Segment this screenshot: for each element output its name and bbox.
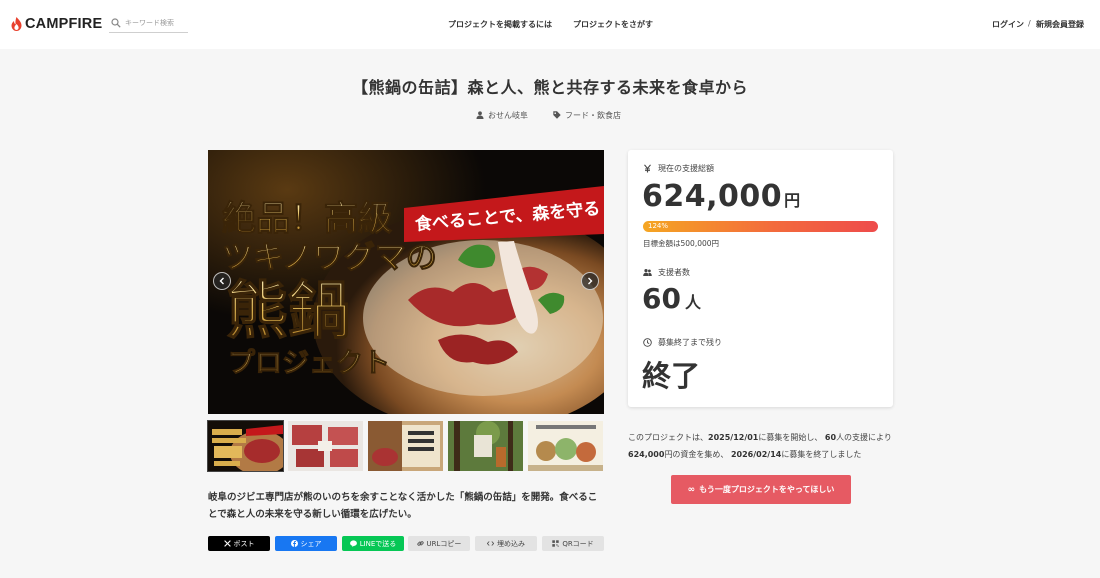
summary-text-2: に募集を開始し、 <box>758 433 823 442</box>
summary-supporters: 60 <box>824 433 837 442</box>
embed-label: 埋め込み <box>497 539 525 548</box>
project-summary: このプロジェクトは、2025/12/01に募集を開始し、 60人の支援により 62… <box>628 430 895 463</box>
share-x-button[interactable]: ポスト <box>208 536 270 551</box>
share-facebook-label: シェア <box>300 539 322 548</box>
nav-link-post-project[interactable]: プロジェクトを掲載するには <box>448 19 552 30</box>
remaining-time-value: 終了 <box>642 359 701 393</box>
thumbnail-1[interactable] <box>207 420 284 472</box>
hero-image: 食べることで、森を守る 絶品！高級 ツキノワグマの 熊鍋 プロジェクト <box>208 150 604 414</box>
request-again-button[interactable]: ∞ もう一度プロジェクトをやってほしい <box>671 475 851 504</box>
chevron-right-icon <box>588 277 593 285</box>
summary-text-3: 人の支援により <box>836 433 892 442</box>
total-amount-unit: 円 <box>784 191 801 210</box>
flame-icon <box>11 17 22 31</box>
supporters-unit: 人 <box>684 293 701 312</box>
nav-link-find-project[interactable]: プロジェクトをさがす <box>573 19 653 30</box>
search-icon <box>111 18 121 28</box>
total-amount-value: 624,000 <box>642 179 783 214</box>
total-amount-label-text: 現在の支援総額 <box>658 164 714 173</box>
svg-text:絶品！高級: 絶品！高級 <box>222 199 392 239</box>
site-header: CAMPFIRE プロジェクトを掲載するには プロジェクトをさがす ログイン /… <box>0 0 1100 49</box>
code-icon <box>487 541 494 546</box>
clock-icon <box>643 338 652 347</box>
search-input[interactable] <box>125 19 185 27</box>
summary-start-date: 2025/12/01 <box>708 433 759 442</box>
line-icon <box>349 540 357 547</box>
logo-text: CAMPFIRE <box>25 16 103 32</box>
thumbnail-5[interactable] <box>528 421 603 471</box>
copy-url-button[interactable]: URLコピー <box>408 536 470 551</box>
chevron-left-icon <box>219 277 224 285</box>
summary-text-1: このプロジェクトは、 <box>628 433 708 442</box>
total-amount: 624,000 円 <box>642 179 800 214</box>
search-box[interactable] <box>109 14 188 33</box>
users-icon <box>643 269 652 276</box>
project-description: 岐阜のジビエ専門店が熊のいのちを余すことなく活かした「熊鍋の缶詰」を開発。食べる… <box>208 492 598 520</box>
request-again-label: もう一度プロジェクトをやってほしい <box>699 485 835 494</box>
summary-end-date: 2026/02/14 <box>730 449 782 459</box>
remaining-time-label-text: 募集終了まで残り <box>658 338 722 347</box>
copy-url-label: URLコピー <box>426 539 462 548</box>
share-x-label: ポスト <box>233 539 255 548</box>
remaining-time-label: 募集終了まで残り <box>643 337 722 348</box>
campfire-logo[interactable]: CAMPFIRE <box>11 15 102 33</box>
share-facebook-button[interactable]: シェア <box>275 536 337 551</box>
summary-text-5: に募集を終了しました <box>781 449 862 459</box>
facebook-icon <box>290 540 298 547</box>
carousel-next-button[interactable] <box>581 272 599 290</box>
infinity-icon: ∞ <box>687 484 696 495</box>
project-owner[interactable]: おせん岐阜 <box>476 109 528 121</box>
owner-name: おせん岐阜 <box>488 110 528 120</box>
carousel-prev-button[interactable] <box>213 272 231 290</box>
share-line-button[interactable]: LINEで送る <box>342 536 404 551</box>
thumbnail-2[interactable] <box>288 421 363 471</box>
funding-progress-bar: 124% <box>643 221 878 232</box>
goal-amount: 目標金額は500,000円 <box>643 239 720 248</box>
summary-amount: 624,000 <box>628 449 665 459</box>
qr-code-button[interactable]: QRコード <box>542 536 604 551</box>
svg-text:プロジェクト: プロジェクト <box>228 348 390 379</box>
tag-icon <box>553 111 561 119</box>
funding-stats-card: 現在の支援総額 624,000 円 124% 目標金額は500,000円 支援者… <box>628 150 893 407</box>
svg-text:熊鍋: 熊鍋 <box>226 274 350 347</box>
register-link[interactable]: 新規会員登録 <box>1036 19 1084 30</box>
thumbnail-3[interactable] <box>368 421 443 471</box>
project-category[interactable]: フード・飲食店 <box>553 109 621 121</box>
svg-text:ツキノワグマの: ツキノワグマの <box>222 240 437 276</box>
total-amount-label: 現在の支援総額 <box>643 163 714 174</box>
yen-icon <box>644 164 651 173</box>
embed-button[interactable]: 埋め込み <box>475 536 537 551</box>
supporters-label: 支援者数 <box>643 267 690 278</box>
supporters-count: 60 人 <box>642 282 701 315</box>
login-link[interactable]: ログイン <box>992 19 1024 30</box>
category-name: フード・飲食店 <box>565 110 621 120</box>
link-icon <box>416 541 424 546</box>
supporters-value: 60 <box>642 282 681 315</box>
summary-text-4: 円の資金を集め、 <box>664 449 729 459</box>
qr-code-icon <box>552 540 560 547</box>
progress-percent: 124% <box>648 222 669 230</box>
thumbnail-4[interactable] <box>448 421 523 471</box>
project-title: 【熊鍋の缶詰】森と人、熊と共存する未来を食卓から <box>351 78 748 97</box>
qr-code-label: QRコード <box>562 539 594 548</box>
user-icon <box>476 111 484 119</box>
nav-separator: / <box>1028 19 1031 28</box>
supporters-label-text: 支援者数 <box>658 268 690 277</box>
x-logo-icon <box>223 540 231 547</box>
share-line-label: LINEで送る <box>359 539 397 548</box>
